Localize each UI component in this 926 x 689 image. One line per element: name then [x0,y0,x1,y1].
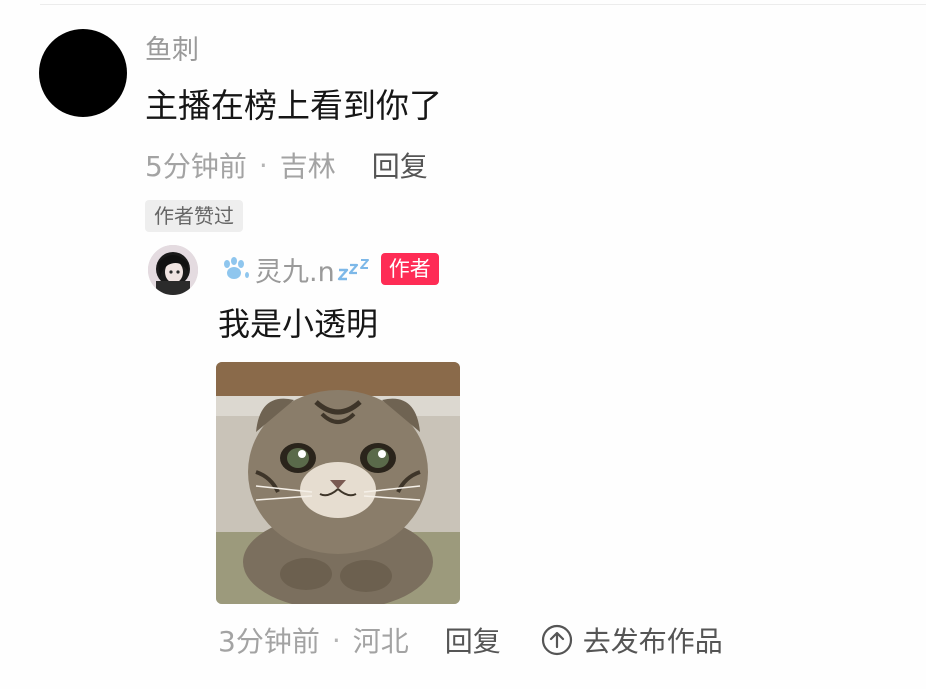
upload-arrow-icon [541,624,573,656]
reply-cat-image[interactable] [216,362,460,604]
comment-location: 吉林 [279,150,336,183]
meta-separator: · [258,148,268,182]
comment-meta: 5分钟前 · 吉林 回复 [145,145,428,185]
author-badge: 作者 [380,253,439,285]
zzz-icon [337,256,371,282]
author-liked-badge: 作者赞过 [145,200,243,232]
reply-avatar[interactable] [148,245,198,295]
publish-label: 去发布作品 [582,625,723,658]
paw-icon [217,256,253,282]
reply-time: 3分钟前 [218,625,320,658]
reply-location: 河北 [352,625,409,658]
comment-time: 5分钟前 [145,150,247,183]
meta-separator: · [331,623,341,657]
comment-thread: 鱼刺 主播在榜上看到你了 5分钟前 · 吉林 回复 作者赞过 灵九.n 作者 我… [0,0,926,689]
publish-work-button[interactable]: 去发布作品 [541,620,723,660]
comment-text: 主播在榜上看到你了 [145,86,442,125]
reply-meta: 3分钟前 · 河北 回复 去发布作品 [218,620,723,660]
reply-button[interactable]: 回复 [372,145,428,185]
reply-text: 我是小透明 [218,305,379,343]
divider [40,4,926,5]
avatar-image [148,245,198,295]
avatar[interactable] [39,29,127,117]
cat-illustration [216,362,460,604]
comment-username[interactable]: 鱼刺 [145,32,199,70]
reply-header: 灵九.n 作者 [217,250,439,288]
reply-button[interactable]: 回复 [445,620,501,660]
reply-username[interactable]: 灵九.n [255,250,335,289]
